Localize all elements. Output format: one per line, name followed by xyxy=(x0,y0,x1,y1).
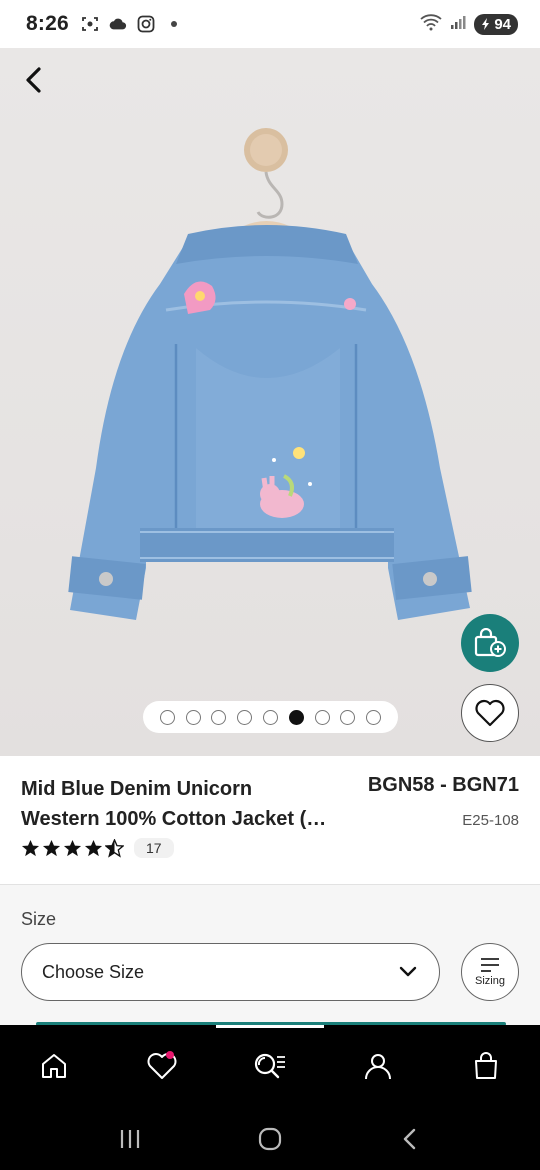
back-system-button[interactable] xyxy=(386,1115,434,1163)
signal-icon xyxy=(450,14,466,35)
product-title-line1: Mid Blue Denim Unicorn xyxy=(21,778,253,800)
carousel-dot[interactable] xyxy=(262,709,278,725)
wifi-icon xyxy=(420,13,442,36)
carousel-dot-active[interactable] xyxy=(288,709,304,725)
instagram-icon xyxy=(137,15,155,33)
home-system-button[interactable] xyxy=(246,1115,294,1163)
nav-home[interactable] xyxy=(26,1038,82,1094)
nav-bag[interactable] xyxy=(458,1038,514,1094)
star-icon xyxy=(63,839,82,856)
status-right: 94 xyxy=(420,13,518,36)
carousel-dot[interactable] xyxy=(185,709,201,725)
size-dropdown[interactable]: Choose Size xyxy=(21,943,440,1001)
notification-dot-icon xyxy=(165,15,183,33)
product-code: E25-108 xyxy=(462,812,519,829)
battery-icon: 94 xyxy=(474,13,518,35)
carousel-dot[interactable] xyxy=(340,709,356,725)
battery-level: 94 xyxy=(494,15,511,33)
sizing-icon xyxy=(481,958,499,972)
chevron-left-icon xyxy=(26,67,41,93)
carousel-dot[interactable] xyxy=(211,709,227,725)
rating[interactable]: 17 xyxy=(21,838,174,858)
back-button[interactable] xyxy=(16,62,52,98)
status-bar: 8:26 94 xyxy=(0,0,540,48)
home-circle-icon xyxy=(258,1127,282,1150)
bottom-nav xyxy=(0,1025,540,1107)
search-icon xyxy=(254,1053,285,1079)
carousel-dot[interactable] xyxy=(237,709,253,725)
nav-favourites[interactable] xyxy=(134,1038,190,1094)
product-image xyxy=(68,128,472,620)
recents-icon xyxy=(120,1129,140,1148)
sizing-label: Sizing xyxy=(475,975,505,987)
star-icon xyxy=(42,839,61,856)
nav-search[interactable] xyxy=(242,1038,298,1094)
heart-icon xyxy=(475,699,505,727)
chevron-down-icon xyxy=(399,966,417,978)
product-title: Mid Blue Denim Unicorn Western 100% Cott… xyxy=(21,774,351,834)
system-nav xyxy=(0,1107,540,1170)
carousel-dots xyxy=(143,701,398,733)
bag-icon xyxy=(475,1052,497,1079)
sizing-guide-button[interactable]: Sizing xyxy=(461,943,519,1001)
star-icon xyxy=(84,839,103,856)
review-count: 17 xyxy=(134,838,174,858)
product-info: Mid Blue Denim Unicorn Western 100% Cott… xyxy=(0,756,540,884)
carousel-dot[interactable] xyxy=(159,709,175,725)
screenshot-icon xyxy=(81,15,99,33)
home-icon xyxy=(42,1054,66,1078)
size-section: Size Choose Size Sizing xyxy=(0,885,540,1025)
account-icon xyxy=(365,1054,391,1080)
nav-account[interactable] xyxy=(350,1038,406,1094)
product-title-line2: Western 100% Cotton Jacket (… xyxy=(21,808,327,830)
half-star-icon xyxy=(105,838,124,858)
product-image-carousel[interactable] xyxy=(0,48,540,756)
back-icon xyxy=(403,1128,416,1149)
recents-button[interactable] xyxy=(106,1115,154,1163)
bag-plus-icon xyxy=(474,628,506,657)
carousel-dot[interactable] xyxy=(366,709,382,725)
favourites-badge xyxy=(166,1051,174,1059)
carousel-dot[interactable] xyxy=(314,709,330,725)
star-icon xyxy=(21,839,40,856)
active-tab-indicator xyxy=(216,1025,324,1028)
cloud-icon xyxy=(109,15,127,33)
size-label: Size xyxy=(21,909,57,929)
favourite-button[interactable] xyxy=(461,684,519,742)
rating-stars xyxy=(21,838,124,858)
product-price: BGN58 - BGN71 xyxy=(367,774,519,796)
add-to-bag-button[interactable] xyxy=(461,614,519,672)
size-dropdown-value: Choose Size xyxy=(42,961,145,982)
status-time: 8:26 xyxy=(26,12,69,35)
status-icons xyxy=(81,15,183,33)
